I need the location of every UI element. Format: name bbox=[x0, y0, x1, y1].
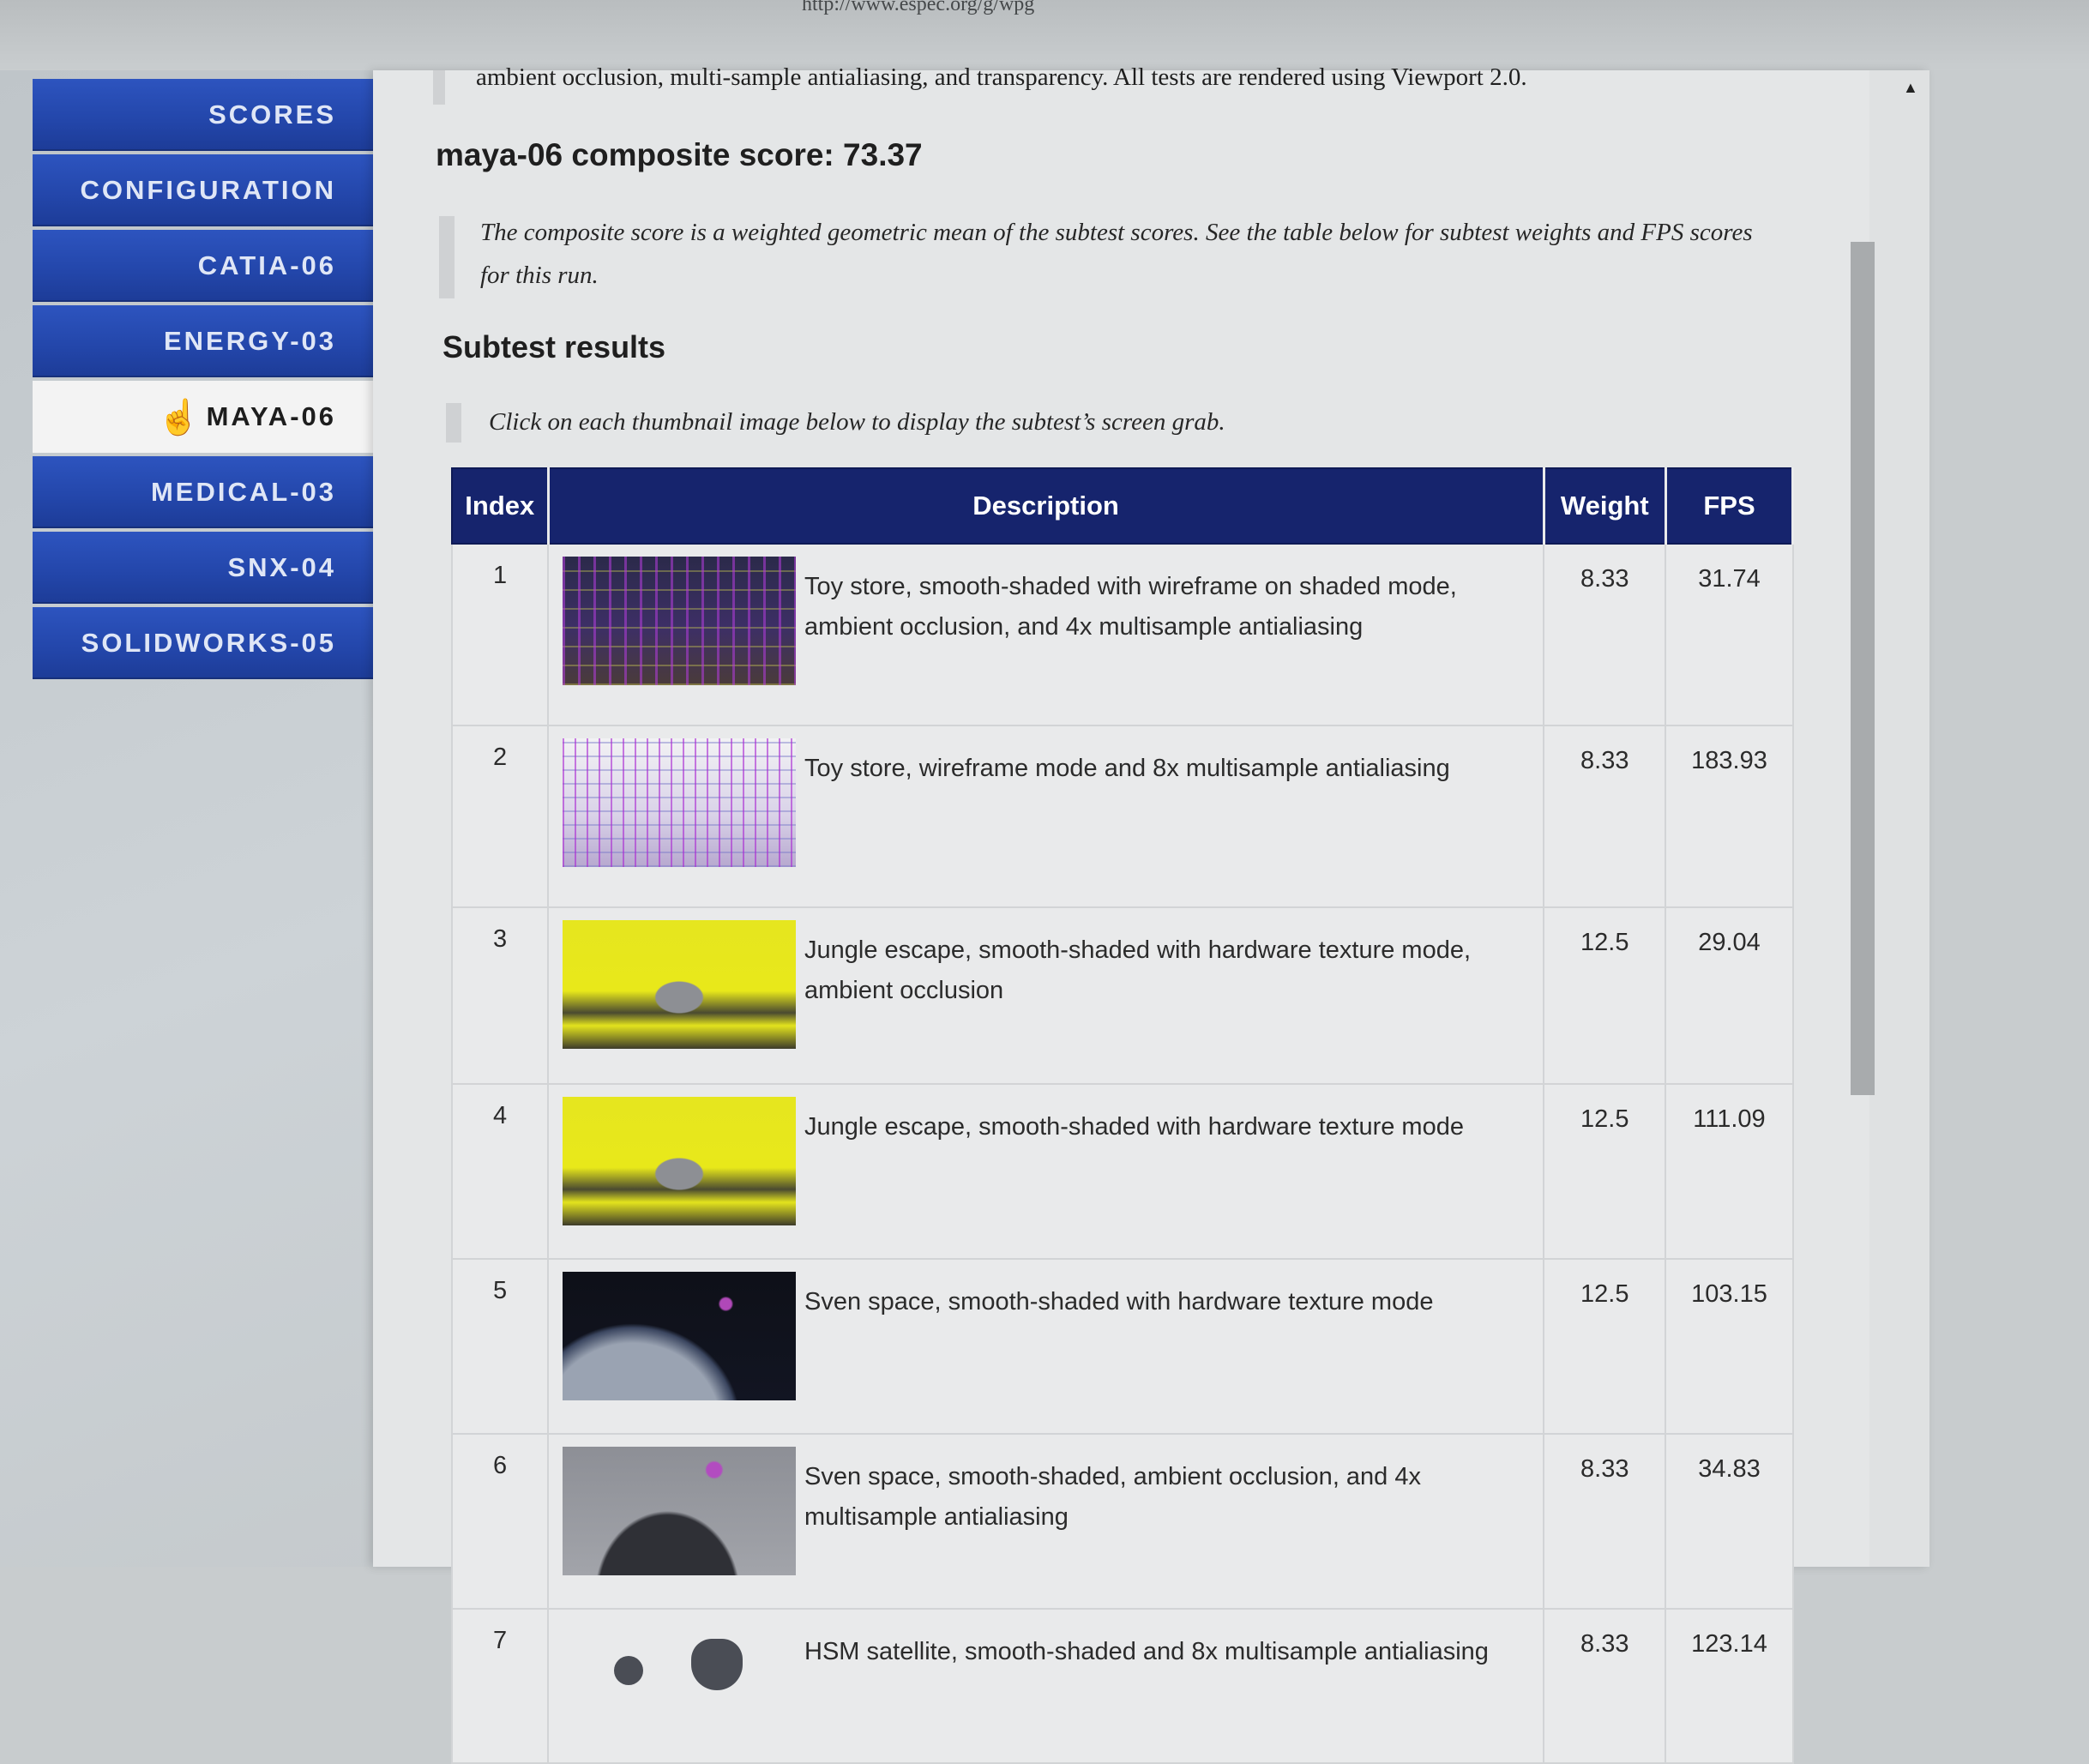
table-row: 4 Jungle escape, smooth-shaded with hard… bbox=[450, 1083, 1794, 1260]
table-row: 3 Jungle escape, smooth-shaded with hard… bbox=[450, 906, 1794, 1085]
row-weight: 12.5 bbox=[1543, 906, 1667, 1085]
sidebar-item-catia-06[interactable]: CATIA-06 bbox=[33, 230, 376, 302]
row-description: Toy store, smooth-shaded with wireframe … bbox=[804, 573, 1457, 641]
row-description-cell: Jungle escape, smooth-shaded with hardwa… bbox=[547, 906, 1545, 1085]
satellite-shape bbox=[614, 1656, 644, 1685]
intro-text: ambient occlusion, multi-sample antialia… bbox=[476, 63, 1527, 91]
row-index: 3 bbox=[450, 906, 550, 1085]
sidebar-item-maya-06[interactable]: ☝ MAYA-06 bbox=[33, 381, 376, 453]
row-fps: 183.93 bbox=[1665, 725, 1794, 908]
satellite-shape bbox=[691, 1639, 743, 1690]
row-description: HSM satellite, smooth-shaded and 8x mult… bbox=[804, 1638, 1489, 1665]
subtest-thumbnail[interactable] bbox=[563, 557, 797, 685]
row-index: 5 bbox=[450, 1258, 550, 1435]
subtest-thumbnail[interactable] bbox=[563, 1097, 797, 1225]
row-description-cell: Jungle escape, smooth-shaded with hardwa… bbox=[547, 1083, 1545, 1260]
table-row: 6 Sven space, smooth-shaded, ambient occ… bbox=[450, 1433, 1794, 1610]
subtest-thumbnail[interactable] bbox=[563, 738, 797, 867]
url-fragment: http://www.espec.org/g/wpg bbox=[802, 0, 1035, 15]
column-header-description: Description bbox=[547, 467, 1545, 545]
quote-bar bbox=[446, 403, 461, 443]
subtest-results-heading: Subtest results bbox=[442, 329, 666, 364]
subtest-results-table: Index Description Weight FPS 1 Toy store… bbox=[450, 467, 1795, 1764]
sidebar-item-configuration[interactable]: CONFIGURATION bbox=[33, 154, 376, 226]
row-index: 6 bbox=[450, 1433, 550, 1610]
sidebar-item-label: SOLIDWORKS-05 bbox=[81, 628, 336, 658]
row-weight: 8.33 bbox=[1543, 543, 1667, 726]
subtest-thumbnail[interactable] bbox=[563, 1447, 797, 1575]
sidebar-item-label: CONFIGURATION bbox=[80, 175, 336, 205]
composite-note: The composite score is a weighted geomet… bbox=[439, 211, 1794, 298]
row-index: 1 bbox=[450, 543, 550, 726]
scrollbar-track[interactable] bbox=[1869, 70, 1929, 1567]
row-description: Sven space, smooth-shaded with hardware … bbox=[804, 1288, 1434, 1315]
quote-bar bbox=[433, 70, 445, 105]
row-fps: 111.09 bbox=[1665, 1083, 1794, 1260]
triangle-up-icon[interactable]: ▲ bbox=[1903, 79, 1918, 97]
column-header-index: Index bbox=[450, 467, 550, 545]
subtest-thumbnail[interactable] bbox=[563, 920, 797, 1049]
row-fps: 31.74 bbox=[1665, 543, 1794, 726]
row-description: Sven space, smooth-shaded, ambient occlu… bbox=[804, 1463, 1421, 1531]
sidebar-item-label: MEDICAL-03 bbox=[150, 477, 336, 507]
sidebar-item-label: SNX-04 bbox=[227, 552, 336, 582]
table-row: 7 HSM satellite, smooth-shaded and 8x mu… bbox=[450, 1608, 1794, 1764]
row-index: 7 bbox=[450, 1608, 550, 1764]
table-row: 1 Toy store, smooth-shaded with wirefram… bbox=[450, 543, 1794, 726]
row-weight: 12.5 bbox=[1543, 1258, 1667, 1435]
sidebar-item-label: CATIA-06 bbox=[197, 250, 336, 280]
hand-pointer-icon: ☝ bbox=[157, 399, 203, 436]
row-weight: 8.33 bbox=[1543, 1608, 1667, 1764]
subtest-thumbnail[interactable] bbox=[563, 1272, 797, 1400]
screen: http://www.espec.org/g/wpg SCORES CONFIG… bbox=[0, 0, 2089, 1764]
subtest-hint-text: Click on each thumbnail image below to d… bbox=[489, 408, 1225, 436]
row-index: 2 bbox=[450, 725, 550, 908]
composite-score-heading: maya-06 composite score: 73.37 bbox=[436, 137, 923, 172]
sidebar-item-label: MAYA-06 bbox=[206, 401, 336, 431]
row-weight: 8.33 bbox=[1543, 1433, 1667, 1610]
row-index: 4 bbox=[450, 1083, 550, 1260]
table-row: 5 Sven space, smooth-shaded with hardwar… bbox=[450, 1258, 1794, 1435]
sidebar-item-snx-04[interactable]: SNX-04 bbox=[33, 532, 376, 604]
sidebar-item-energy-03[interactable]: ENERGY-03 bbox=[33, 305, 376, 377]
row-weight: 12.5 bbox=[1543, 1083, 1667, 1260]
row-description-cell: Toy store, smooth-shaded with wireframe … bbox=[547, 543, 1545, 726]
table-header-row: Index Description Weight FPS bbox=[450, 467, 1795, 545]
sidebar-item-label: ENERGY-03 bbox=[163, 326, 336, 356]
row-description: Toy store, wireframe mode and 8x multisa… bbox=[804, 755, 1450, 782]
browser-top-strip: http://www.espec.org/g/wpg bbox=[0, 0, 2089, 70]
table-row: 2 Toy store, wireframe mode and 8x multi… bbox=[450, 725, 1794, 908]
sidebar-item-medical-03[interactable]: MEDICAL-03 bbox=[33, 456, 376, 528]
row-description: Jungle escape, smooth-shaded with hardwa… bbox=[804, 936, 1472, 1004]
quote-bar bbox=[439, 216, 455, 298]
row-fps: 29.04 bbox=[1665, 906, 1794, 1085]
row-description-cell: Sven space, smooth-shaded with hardware … bbox=[547, 1258, 1545, 1435]
row-fps: 103.15 bbox=[1665, 1258, 1794, 1435]
sidebar-item-scores[interactable]: SCORES bbox=[33, 79, 376, 151]
row-description: Jungle escape, smooth-shaded with hardwa… bbox=[804, 1113, 1464, 1141]
composite-note-text: The composite score is a weighted geomet… bbox=[480, 219, 1753, 289]
row-description-cell: Sven space, smooth-shaded, ambient occlu… bbox=[547, 1433, 1545, 1610]
sidebar-item-label: SCORES bbox=[208, 99, 336, 129]
subtest-thumbnail[interactable] bbox=[563, 1622, 797, 1750]
row-fps: 34.83 bbox=[1665, 1433, 1794, 1610]
row-weight: 8.33 bbox=[1543, 725, 1667, 908]
row-description-cell: Toy store, wireframe mode and 8x multisa… bbox=[547, 725, 1545, 908]
column-header-weight: Weight bbox=[1543, 467, 1667, 545]
scrollbar-thumb[interactable] bbox=[1851, 242, 1875, 1095]
row-fps: 123.14 bbox=[1665, 1608, 1794, 1764]
column-header-fps: FPS bbox=[1665, 467, 1795, 545]
sidebar-item-solidworks-05[interactable]: SOLIDWORKS-05 bbox=[33, 607, 376, 679]
sidebar-nav: SCORES CONFIGURATION CATIA-06 ENERGY-03 … bbox=[33, 79, 376, 683]
row-description-cell: HSM satellite, smooth-shaded and 8x mult… bbox=[547, 1608, 1545, 1764]
